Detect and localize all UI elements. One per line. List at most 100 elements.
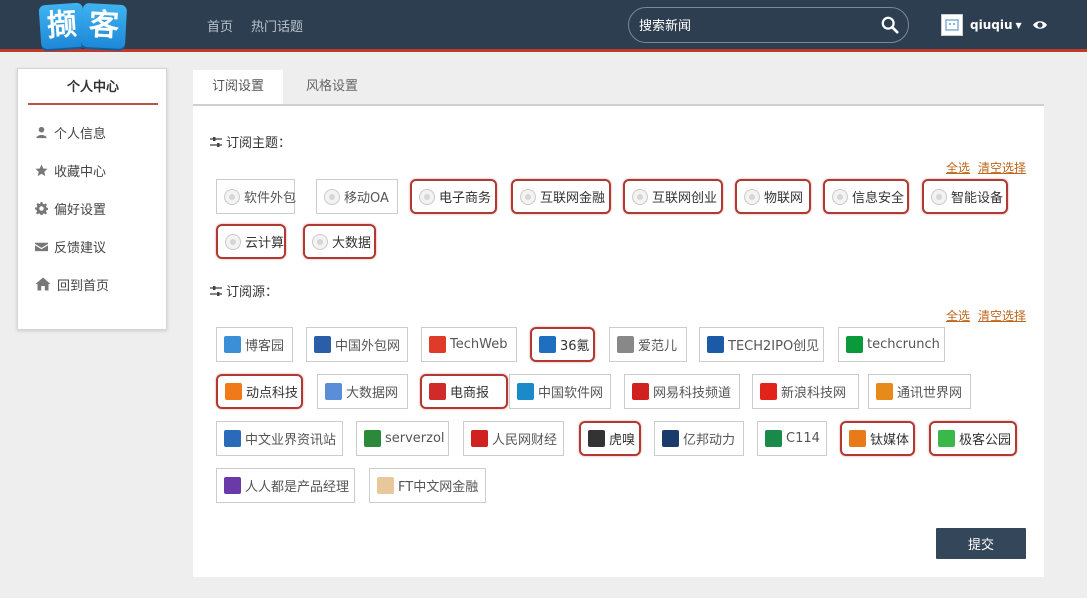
topics-chip[interactable]: 物联网 bbox=[735, 179, 811, 214]
sources-chip[interactable]: FT中文网金融 bbox=[369, 468, 486, 503]
topics-chip-label: 电子商务 bbox=[439, 191, 492, 206]
sidebar-item-preferences[interactable]: 偏好设置 bbox=[35, 198, 106, 218]
topics-chip[interactable]: 云计算 bbox=[216, 224, 286, 259]
topic-badge-icon bbox=[931, 188, 947, 205]
topics-select-all-link[interactable]: 全选 bbox=[946, 159, 970, 176]
sources-chip-label: 网易科技频道 bbox=[653, 386, 732, 401]
sources-chip[interactable]: serverzol bbox=[356, 421, 449, 456]
topic-badge-icon bbox=[419, 188, 435, 205]
subscription-panel: 订阅主题： 全选 清空选择 软件外包 移动OA 电子商务 互联网金融 互联网创业 物联网 信… bbox=[193, 106, 1044, 577]
sources-chip-label: 钛媒体 bbox=[870, 433, 910, 448]
sources-chip[interactable]: techcrunch bbox=[838, 327, 945, 362]
sources-chip[interactable]: 亿邦动力 bbox=[654, 421, 744, 456]
sources-chip[interactable]: 爱范儿 bbox=[609, 327, 687, 362]
sources-chip[interactable]: 电商报 bbox=[420, 374, 508, 409]
username[interactable]: qiuqiu bbox=[970, 18, 1013, 32]
cww-logo-icon bbox=[876, 383, 893, 400]
c114-logo-icon bbox=[765, 430, 782, 447]
sources-chip[interactable]: 人人都是产品经理 bbox=[216, 468, 355, 503]
nav-home-link[interactable]: 首页 bbox=[207, 16, 233, 35]
dsb-logo-icon bbox=[429, 383, 446, 400]
topics-chip[interactable]: 移动OA bbox=[316, 179, 398, 214]
topics-chip[interactable]: 互联网金融 bbox=[511, 179, 611, 214]
sources-chip[interactable]: 人民网财经 bbox=[463, 421, 564, 456]
sidebar-item-label: 回到首页 bbox=[57, 278, 110, 294]
topics-clear-link[interactable]: 清空选择 bbox=[978, 159, 1026, 176]
settings-tabs: 订阅设置 风格设置 bbox=[193, 70, 1044, 106]
sources-chip-label: serverzol bbox=[385, 431, 445, 446]
sources-chip[interactable]: 36氪 bbox=[530, 327, 595, 362]
topic-badge-icon bbox=[520, 188, 536, 205]
star-icon bbox=[35, 163, 48, 176]
sources-chip[interactable]: 中国外包网 bbox=[306, 327, 408, 362]
topics-chip[interactable]: 互联网创业 bbox=[623, 179, 723, 214]
sources-chip-label: TECH2IPO创见 bbox=[728, 339, 820, 354]
topics-chip[interactable]: 电子商务 bbox=[410, 179, 497, 214]
sources-chip-label: FT中文网金融 bbox=[398, 480, 479, 495]
sources-chip[interactable]: 极客公园 bbox=[929, 421, 1017, 456]
huxiu-logo-icon bbox=[588, 430, 605, 447]
sources-chip[interactable]: 虎嗅 bbox=[579, 421, 641, 456]
submit-button[interactable]: 提交 bbox=[936, 528, 1026, 559]
sina-logo-icon bbox=[760, 383, 777, 400]
caret-down-icon[interactable]: ▼ bbox=[1016, 21, 1022, 30]
search-input[interactable] bbox=[639, 16, 869, 36]
sidebar-title: 个人中心 bbox=[28, 69, 158, 105]
sources-chip[interactable]: 钛媒体 bbox=[840, 421, 915, 456]
sources-actions: 全选 清空选择 bbox=[946, 307, 1026, 324]
sidebar-item-favorites[interactable]: 收藏中心 bbox=[35, 160, 106, 180]
avatar[interactable] bbox=[941, 14, 963, 36]
sources-chip[interactable]: 中文业界资讯站 bbox=[216, 421, 343, 456]
people-logo-icon bbox=[471, 430, 488, 447]
bigdata-logo-icon bbox=[325, 383, 342, 400]
sources-chip-label: 新浪科技网 bbox=[781, 386, 847, 401]
sources-chip[interactable]: TechWeb bbox=[421, 327, 517, 362]
sidebar-item-label: 反馈建议 bbox=[54, 240, 107, 256]
topics-chip-label: 互联网创业 bbox=[652, 191, 718, 206]
sources-chip-label: techcrunch bbox=[867, 337, 940, 352]
cnbeta-logo-icon bbox=[224, 430, 241, 447]
topics-title: 订阅主题： bbox=[226, 136, 292, 151]
sidebar-item-label: 收藏中心 bbox=[54, 164, 107, 180]
sources-chip[interactable]: 博客园 bbox=[216, 327, 293, 362]
topics-chip[interactable]: 智能设备 bbox=[922, 179, 1008, 214]
sources-chip-label: 通讯世界网 bbox=[897, 386, 963, 401]
techweb-logo-icon bbox=[429, 336, 446, 353]
nav-hot-topics-link[interactable]: 热门话题 bbox=[251, 16, 303, 35]
topic-badge-icon bbox=[632, 188, 648, 205]
sidebar-item-home[interactable]: 回到首页 bbox=[35, 274, 109, 294]
sources-chip[interactable]: 网易科技频道 bbox=[624, 374, 740, 409]
sidebar-item-feedback[interactable]: 反馈建议 bbox=[35, 236, 106, 256]
sources-chip[interactable]: 中国软件网 bbox=[509, 374, 611, 409]
sources-chip[interactable]: 新浪科技网 bbox=[752, 374, 859, 409]
site-logo[interactable]: 撷 客 bbox=[38, 2, 130, 52]
sources-chip[interactable]: 通讯世界网 bbox=[868, 374, 971, 409]
sources-chip-label: 大数据网 bbox=[346, 386, 399, 401]
topics-chip-label: 信息安全 bbox=[852, 191, 905, 206]
eye-icon[interactable] bbox=[1032, 17, 1048, 33]
topics-chip-label: 智能设备 bbox=[951, 191, 1004, 206]
topics-chip[interactable]: 软件外包 bbox=[216, 179, 296, 214]
sources-chip[interactable]: 动点科技 bbox=[216, 374, 303, 409]
topics-chip[interactable]: 信息安全 bbox=[823, 179, 909, 214]
top-navbar: 撷 客 首页 热门话题 qiuqiu ▼ bbox=[0, 0, 1087, 52]
sources-select-all-link[interactable]: 全选 bbox=[946, 307, 970, 324]
sources-clear-link[interactable]: 清空选择 bbox=[978, 307, 1026, 324]
sources-chip-label: 亿邦动力 bbox=[683, 433, 736, 448]
sidebar-item-profile[interactable]: 个人信息 bbox=[35, 122, 106, 142]
netease-logo-icon bbox=[632, 383, 649, 400]
topics-chip[interactable]: 大数据 bbox=[303, 224, 376, 259]
home-icon bbox=[35, 277, 51, 291]
sources-chip[interactable]: TECH2IPO创见 bbox=[699, 327, 824, 362]
search-icon[interactable] bbox=[881, 16, 899, 34]
sources-chip-label: 中国外包网 bbox=[335, 339, 401, 354]
sidebar: 个人中心 个人信息 收藏中心 偏好设置 反馈建议 回到首页 bbox=[17, 68, 167, 330]
36kr-logo-icon bbox=[539, 336, 556, 353]
sidebar-item-label: 个人信息 bbox=[54, 126, 107, 142]
soft6-logo-icon bbox=[517, 383, 534, 400]
sources-chip[interactable]: C114 bbox=[757, 421, 827, 456]
sources-chip[interactable]: 大数据网 bbox=[317, 374, 408, 409]
tab-subscription-settings[interactable]: 订阅设置 bbox=[193, 70, 283, 104]
tab-style-settings[interactable]: 风格设置 bbox=[295, 70, 369, 104]
user-menu[interactable]: qiuqiu ▼ bbox=[941, 14, 1022, 36]
